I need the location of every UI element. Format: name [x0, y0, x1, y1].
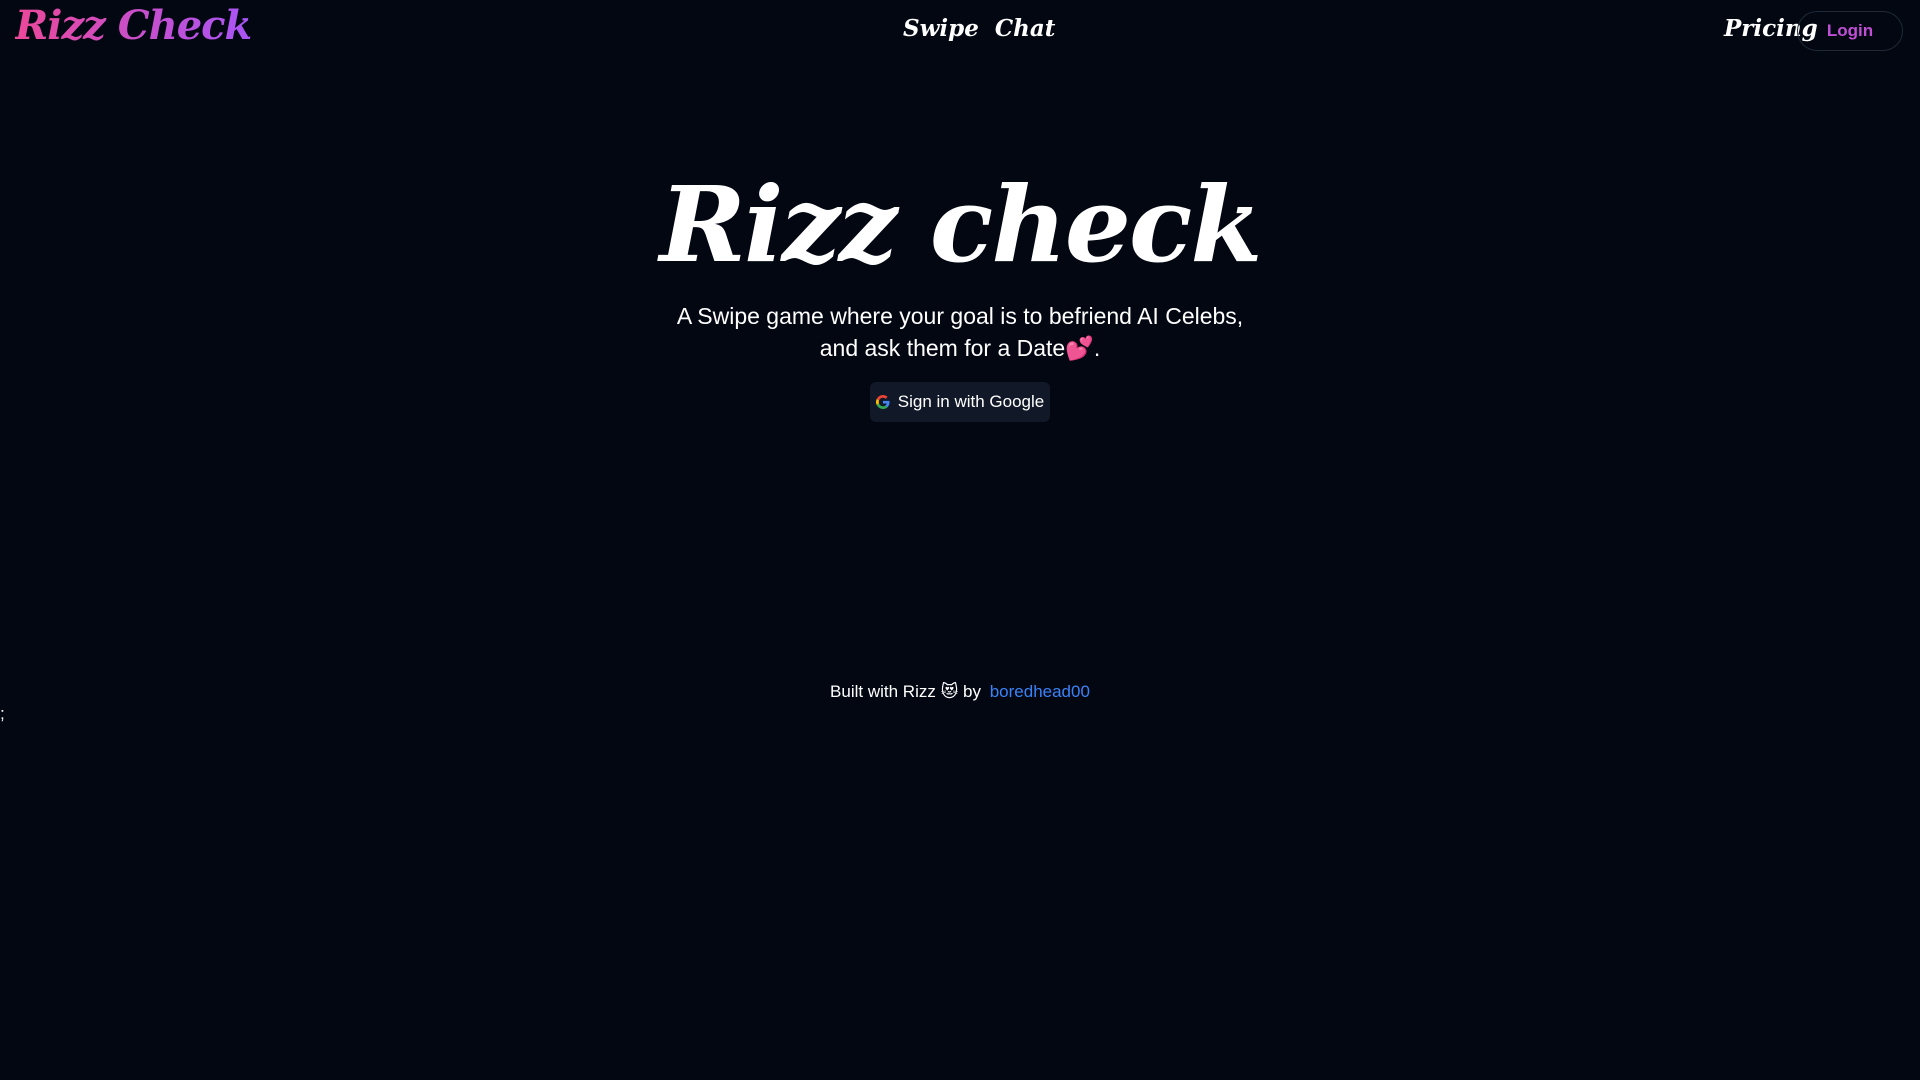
google-g-icon	[875, 395, 890, 409]
footer: Built with Rizz 😻 by boredhead00	[0, 680, 1920, 704]
nav-link-chat[interactable]: Chat	[995, 15, 1056, 42]
hero-subtitle-line-1: A Swipe game where your goal is to befri…	[676, 303, 1244, 329]
footer-text: Built with Rizz 😻 by	[830, 682, 981, 701]
google-sign-in-label: Sign in with Google	[897, 392, 1045, 411]
nav-links: Swipe Chat	[903, 15, 1055, 42]
author-link[interactable]: boredhead00	[990, 682, 1090, 701]
hero-subtitle-line-2: and ask them for a Date💕.	[819, 335, 1101, 361]
brand-logo[interactable]: Rizz Check	[15, 2, 252, 49]
page: Rizz Check Swipe Chat Pricing Login Rizz…	[0, 0, 1920, 1080]
nav-link-swipe[interactable]: Swipe	[903, 15, 979, 42]
hero-subtitle: A Swipe game where your goal is to befri…	[640, 300, 1280, 364]
hero-title: Rizz check	[659, 163, 1263, 286]
stray-text: ;	[0, 704, 5, 723]
hero: Rizz check A Swipe game where your goal …	[0, 160, 1920, 422]
login-button[interactable]: Login	[1797, 11, 1903, 51]
google-sign-in-button[interactable]: Sign in with Google	[870, 382, 1050, 422]
navbar: Rizz Check Swipe Chat Pricing Login	[0, 0, 1920, 64]
